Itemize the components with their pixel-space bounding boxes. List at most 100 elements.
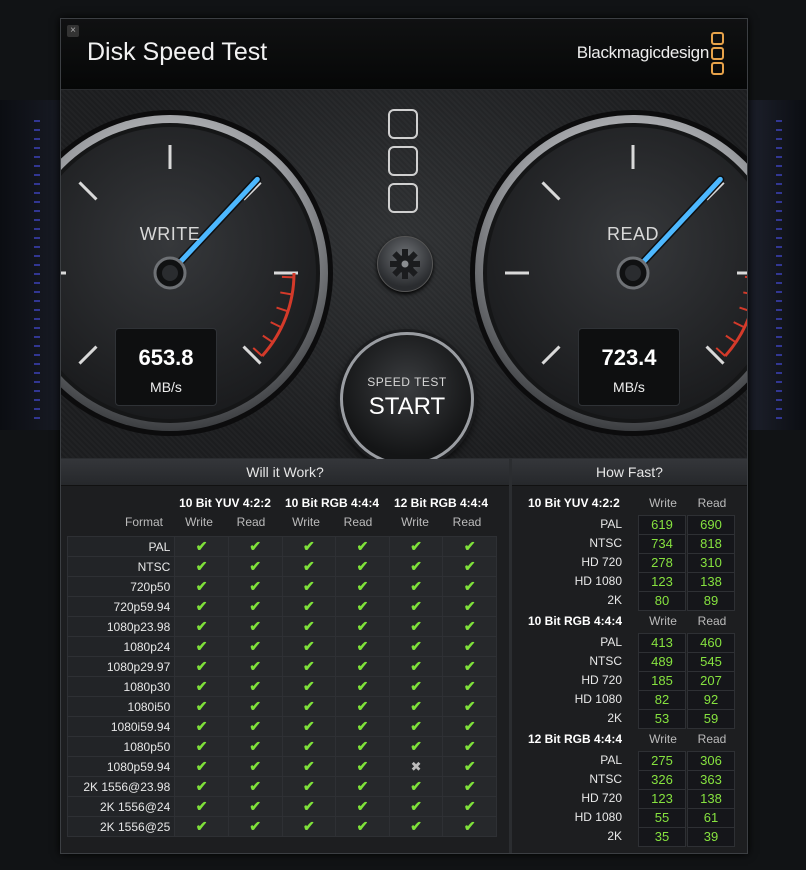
check-icon: ✔ bbox=[410, 657, 422, 674]
check-icon: ✔ bbox=[195, 717, 208, 734]
check-icon: ✔ bbox=[463, 777, 476, 794]
format-name: HD 1080 bbox=[574, 692, 622, 706]
status-cell: ✔ bbox=[174, 776, 229, 797]
format-name: HD 720 bbox=[581, 555, 622, 569]
check-icon: ✔ bbox=[410, 777, 422, 794]
write-fps: 123 bbox=[638, 572, 686, 592]
group-title: 10 Bit YUV 4:2:2 bbox=[179, 496, 271, 510]
status-cell: ✔ bbox=[335, 636, 390, 657]
write-unit: MB/s bbox=[150, 379, 182, 395]
status-cell: ✔ bbox=[281, 796, 337, 817]
read-fps: 138 bbox=[687, 789, 735, 809]
how-fast-row: HD 720 185 207 bbox=[512, 671, 747, 691]
check-icon: ✔ bbox=[302, 537, 315, 554]
status-cell: ✔ bbox=[174, 696, 229, 717]
check-icon: ✔ bbox=[195, 637, 208, 654]
check-icon: ✔ bbox=[249, 657, 262, 674]
app-window: × Disk Speed Test Blackmagicdesign WRITE… bbox=[60, 18, 748, 854]
status-cell: ✔ bbox=[388, 816, 444, 837]
check-icon: ✔ bbox=[302, 757, 315, 774]
status-cell: ✔ bbox=[442, 536, 497, 557]
format-name: 2K 1556@25 bbox=[66, 816, 176, 837]
status-cell: ✔ bbox=[388, 716, 444, 737]
status-cell: ✔ bbox=[281, 616, 337, 637]
check-icon: ✔ bbox=[195, 657, 208, 674]
read-header: Read bbox=[236, 515, 266, 529]
read-fps: 138 bbox=[687, 572, 735, 592]
check-icon: ✔ bbox=[356, 597, 369, 614]
preset-config-icon[interactable] bbox=[388, 109, 420, 220]
status-cell: ✔ bbox=[335, 616, 390, 637]
write-header: Write bbox=[649, 614, 677, 628]
check-icon: ✔ bbox=[463, 817, 476, 834]
read-fps: 92 bbox=[687, 690, 735, 710]
status-cell: ✔ bbox=[281, 596, 337, 617]
status-cell: ✔ bbox=[227, 616, 283, 637]
check-icon: ✔ bbox=[410, 597, 422, 614]
check-icon: ✔ bbox=[356, 537, 369, 554]
write-fps: 413 bbox=[638, 633, 686, 653]
background-lights bbox=[776, 120, 782, 420]
status-cell: ✔ bbox=[442, 676, 497, 697]
status-cell: ✔ bbox=[335, 656, 390, 677]
read-gauge: READ 723.4 MB/s bbox=[468, 108, 747, 438]
status-cell: ✔ bbox=[281, 696, 337, 717]
start-button-label: START bbox=[368, 393, 446, 420]
how-fast-row: NTSC 326 363 bbox=[512, 770, 747, 790]
status-cell: ✔ bbox=[388, 676, 444, 697]
status-cell: ✔ bbox=[388, 776, 444, 797]
check-icon: ✔ bbox=[410, 797, 422, 814]
check-icon: ✔ bbox=[195, 777, 208, 794]
how-fast-row: HD 720 278 310 bbox=[512, 553, 747, 573]
status-cell: ✔ bbox=[174, 576, 229, 597]
check-icon: ✔ bbox=[302, 717, 315, 734]
check-icon: ✔ bbox=[249, 717, 262, 734]
how-fast-row: HD 720 123 138 bbox=[512, 789, 747, 809]
close-icon[interactable]: × bbox=[67, 25, 79, 37]
check-icon: ✔ bbox=[463, 617, 476, 634]
read-fps: 61 bbox=[687, 808, 735, 828]
check-icon: ✔ bbox=[463, 657, 476, 674]
status-cell: ✔ bbox=[227, 796, 283, 817]
status-cell: ✔ bbox=[388, 796, 444, 817]
read-fps: 59 bbox=[687, 709, 735, 729]
status-cell: ✔ bbox=[174, 756, 229, 777]
check-icon: ✔ bbox=[195, 817, 208, 834]
status-cell: ✔ bbox=[281, 576, 337, 597]
table-row: 1080p30 ✔ ✔ ✔ ✔ ✔ ✔ bbox=[66, 676, 497, 697]
write-gauge-label: WRITE bbox=[139, 224, 201, 244]
check-icon: ✔ bbox=[356, 797, 369, 814]
check-icon: ✔ bbox=[302, 737, 315, 754]
status-cell: ✔ bbox=[174, 676, 229, 697]
status-cell: ✔ bbox=[227, 756, 283, 777]
how-fast-row: 2K 53 59 bbox=[512, 709, 747, 729]
table-row: 1080p59.94 ✔ ✔ ✔ ✔ ✖ ✔ bbox=[66, 756, 497, 777]
check-icon: ✔ bbox=[195, 757, 208, 774]
gear-icon[interactable] bbox=[377, 236, 433, 292]
start-button-caption: SPEED TEST bbox=[367, 375, 447, 389]
check-icon: ✔ bbox=[302, 597, 315, 614]
status-cell: ✔ bbox=[174, 556, 229, 577]
check-icon: ✔ bbox=[195, 597, 208, 614]
start-button[interactable]: SPEED TEST START bbox=[340, 332, 474, 466]
group-title: 10 Bit YUV 4:2:2 bbox=[528, 496, 620, 510]
format-name: 1080p29.97 bbox=[66, 656, 176, 677]
format-name: 720p59.94 bbox=[66, 596, 176, 617]
read-fps: 545 bbox=[687, 652, 735, 672]
check-icon: ✔ bbox=[249, 617, 262, 634]
status-cell: ✔ bbox=[388, 656, 444, 677]
status-cell: ✔ bbox=[442, 796, 497, 817]
status-cell: ✔ bbox=[335, 736, 390, 757]
check-icon: ✔ bbox=[302, 777, 315, 794]
status-cell: ✔ bbox=[281, 536, 337, 557]
how-fast-heading: How Fast? bbox=[512, 459, 747, 486]
gauge-hub-center bbox=[625, 265, 641, 281]
status-cell: ✔ bbox=[281, 736, 337, 757]
check-icon: ✔ bbox=[302, 557, 315, 574]
table-row: 1080p23.98 ✔ ✔ ✔ ✔ ✔ ✔ bbox=[66, 616, 497, 637]
read-header: Read bbox=[697, 614, 727, 628]
status-cell: ✔ bbox=[281, 816, 337, 837]
write-fps: 278 bbox=[638, 553, 686, 573]
will-it-work-heading: Will it Work? bbox=[61, 459, 509, 486]
status-cell: ✖ bbox=[388, 756, 444, 777]
